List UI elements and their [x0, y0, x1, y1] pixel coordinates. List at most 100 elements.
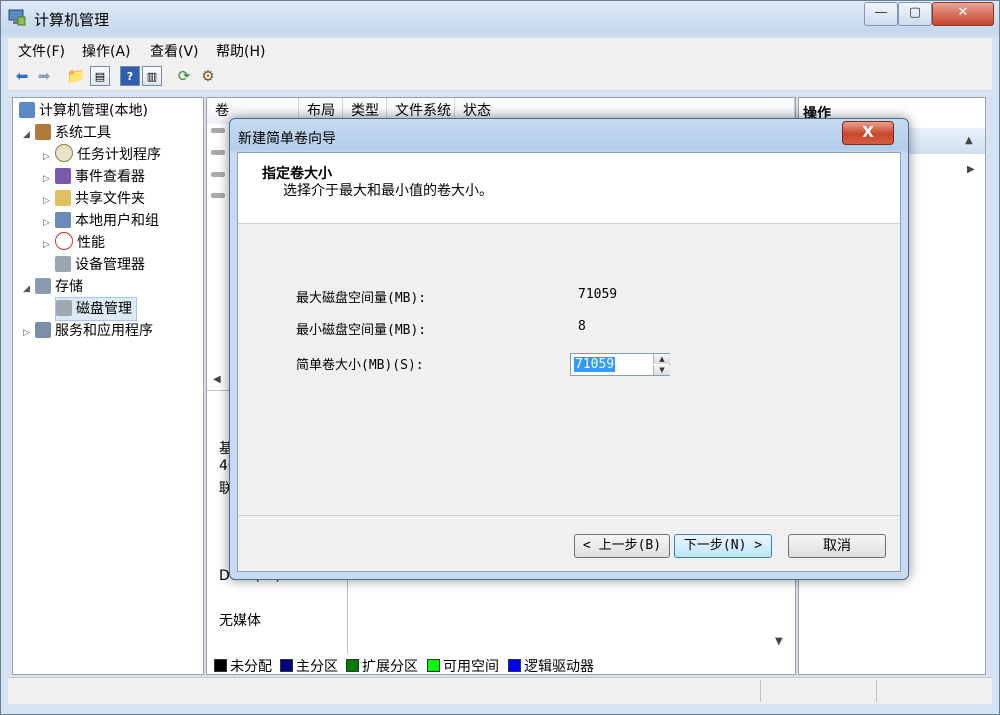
- wizard-close-button[interactable]: X: [842, 121, 894, 145]
- maximize-button[interactable]: ▢: [898, 2, 932, 26]
- volume-size-input[interactable]: 71059: [574, 357, 616, 372]
- legend-swatch: [427, 659, 440, 672]
- expand-arrow-icon[interactable]: ◢: [23, 278, 35, 300]
- properties-icon[interactable]: ⚙: [198, 66, 218, 86]
- users-icon: [55, 212, 71, 228]
- tree-item-label: 系统工具: [55, 125, 111, 141]
- disk-icon: [56, 300, 72, 316]
- wizard-header: 指定卷大小 选择介于最大和最小值的卷大小。: [238, 153, 900, 224]
- volume-row-icon: [211, 193, 225, 198]
- tree-item-label: 事件查看器: [75, 169, 145, 185]
- legend-logical-drive: 逻辑驱动器: [508, 656, 594, 676]
- expand-arrow-icon[interactable]: ▷: [23, 322, 35, 344]
- back-button[interactable]: < 上一步(B): [574, 534, 670, 558]
- tree-item-device-manager[interactable]: 设备管理器: [55, 254, 145, 276]
- tree-item-label: 共享文件夹: [75, 191, 145, 207]
- max-space-value: 71059: [578, 287, 618, 302]
- dvd-no-media: 无媒体: [219, 613, 261, 629]
- expand-arrow-icon[interactable]: ▷: [43, 234, 55, 256]
- performance-icon: [55, 232, 73, 250]
- tree-item-label: 存储: [55, 279, 83, 295]
- minimize-button[interactable]: —: [864, 2, 898, 26]
- tree-item-label: 磁盘管理: [76, 301, 132, 317]
- menu-bar: 文件(F) 操作(A) 查看(V) 帮助(H): [8, 38, 992, 62]
- tree-item-event-viewer[interactable]: ▷ 事件查看器: [43, 166, 145, 188]
- volume-size-label: 简单卷大小(MB)(S):: [296, 358, 424, 373]
- help-icon[interactable]: ?: [120, 66, 140, 86]
- legend-swatch: [508, 659, 521, 672]
- min-space-value: 8: [578, 319, 586, 334]
- tree-item-computer-management[interactable]: 计算机管理(本地): [19, 100, 148, 122]
- expand-arrow-icon[interactable]: ◢: [23, 124, 35, 146]
- status-divider: [760, 680, 761, 702]
- menu-file[interactable]: 文件(F): [18, 41, 65, 61]
- disk-panel-divider: [347, 568, 348, 654]
- scroll-down-arrow[interactable]: ▼: [775, 636, 783, 647]
- legend-swatch: [346, 659, 359, 672]
- legend-unallocated: 未分配: [214, 656, 272, 676]
- up-folder-icon[interactable]: 📁: [66, 66, 86, 86]
- scroll-left-arrow[interactable]: ◀: [213, 374, 221, 385]
- tree-item-label: 设备管理器: [75, 257, 145, 273]
- collapse-arrow-icon[interactable]: ▲: [965, 135, 973, 146]
- computer-management-icon: [8, 8, 26, 26]
- tree-item-task-scheduler[interactable]: ▷ 任务计划程序: [43, 144, 161, 166]
- wizard-separator: [238, 515, 900, 516]
- navigation-tree: 计算机管理(本地) ◢ 系统工具 ▷ 任务计划程序 ▷ 事件查看器 ▷ 共享文件夹 ▷ 本…: [12, 97, 204, 675]
- legend-label: 未分配: [230, 659, 272, 675]
- expand-arrow-icon[interactable]: ▷: [43, 190, 55, 212]
- back-arrow-icon[interactable]: ⬅: [12, 66, 32, 86]
- more-actions-arrow-icon[interactable]: ▶: [967, 164, 975, 175]
- menu-help[interactable]: 帮助(H): [216, 41, 265, 61]
- expand-arrow-icon[interactable]: ▷: [43, 146, 55, 168]
- wizard-title: 新建简单卷向导: [238, 131, 336, 147]
- spin-down-arrow-icon[interactable]: ▼: [653, 365, 670, 375]
- tree-item-performance[interactable]: ▷ 性能: [43, 232, 105, 254]
- refresh-icon[interactable]: ⟳: [174, 66, 194, 86]
- forward-arrow-icon[interactable]: ➡: [34, 66, 54, 86]
- tree-item-system-tools[interactable]: ◢ 系统工具: [23, 122, 111, 144]
- close-button[interactable]: ✕: [932, 2, 994, 26]
- wizard-subheading: 选择介于最大和最小值的卷大小。: [283, 183, 493, 199]
- cancel-button[interactable]: 取消: [788, 534, 886, 558]
- legend-extended: 扩展分区: [346, 656, 418, 676]
- tree-item-label: 任务计划程序: [77, 147, 161, 163]
- tree-item-label: 计算机管理(本地): [39, 103, 148, 119]
- menu-view[interactable]: 查看(V): [150, 41, 199, 61]
- volume-size-stepper[interactable]: 71059 ▲ ▼: [570, 353, 670, 376]
- expand-arrow-icon[interactable]: ▷: [43, 212, 55, 234]
- tree-item-storage[interactable]: ◢ 存储: [23, 276, 83, 298]
- legend-label: 主分区: [296, 659, 338, 675]
- tree-item-label: 性能: [77, 235, 105, 251]
- tree-item-local-users-groups[interactable]: ▷ 本地用户和组: [43, 210, 159, 232]
- tools-icon: [35, 124, 51, 140]
- computer-icon: [19, 102, 35, 118]
- clock-icon: [55, 144, 73, 162]
- shared-folder-icon: [55, 190, 71, 206]
- device-manager-icon: [55, 256, 71, 272]
- volume-row-icon: [211, 128, 225, 133]
- tree-item-services-applications[interactable]: ▷ 服务和应用程序: [23, 320, 153, 342]
- services-icon: [35, 322, 51, 338]
- tree-item-disk-management[interactable]: 磁盘管理: [55, 297, 137, 321]
- status-bar: [8, 677, 992, 704]
- min-space-label: 最小磁盘空间量(MB):: [296, 323, 427, 338]
- status-divider: [876, 680, 877, 702]
- volume-row-icon: [211, 172, 225, 177]
- tree-item-label: 本地用户和组: [75, 213, 159, 229]
- volume-row-icon: [211, 150, 225, 155]
- show-hide-action-pane-icon[interactable]: ▥: [142, 66, 162, 86]
- legend-label: 逻辑驱动器: [524, 659, 594, 675]
- max-space-label: 最大磁盘空间量(MB):: [296, 291, 427, 306]
- tree-item-shared-folders[interactable]: ▷ 共享文件夹: [43, 188, 145, 210]
- next-button[interactable]: 下一步(N) >: [674, 534, 772, 558]
- expand-arrow-icon[interactable]: ▷: [43, 168, 55, 190]
- show-hide-tree-icon[interactable]: ▤: [90, 66, 110, 86]
- wizard-body: 指定卷大小 选择介于最大和最小值的卷大小。 最大磁盘空间量(MB): 71059…: [237, 152, 901, 572]
- toolbar: ⬅ ➡ 📁 ▤ ? ▥ ⟳ ⚙: [8, 62, 992, 91]
- menu-action[interactable]: 操作(A): [82, 41, 131, 61]
- event-viewer-icon: [55, 168, 71, 184]
- title-bar[interactable]: 计算机管理 — ▢ ✕: [0, 0, 1000, 36]
- legend-swatch: [280, 659, 293, 672]
- spin-up-arrow-icon[interactable]: ▲: [653, 354, 670, 364]
